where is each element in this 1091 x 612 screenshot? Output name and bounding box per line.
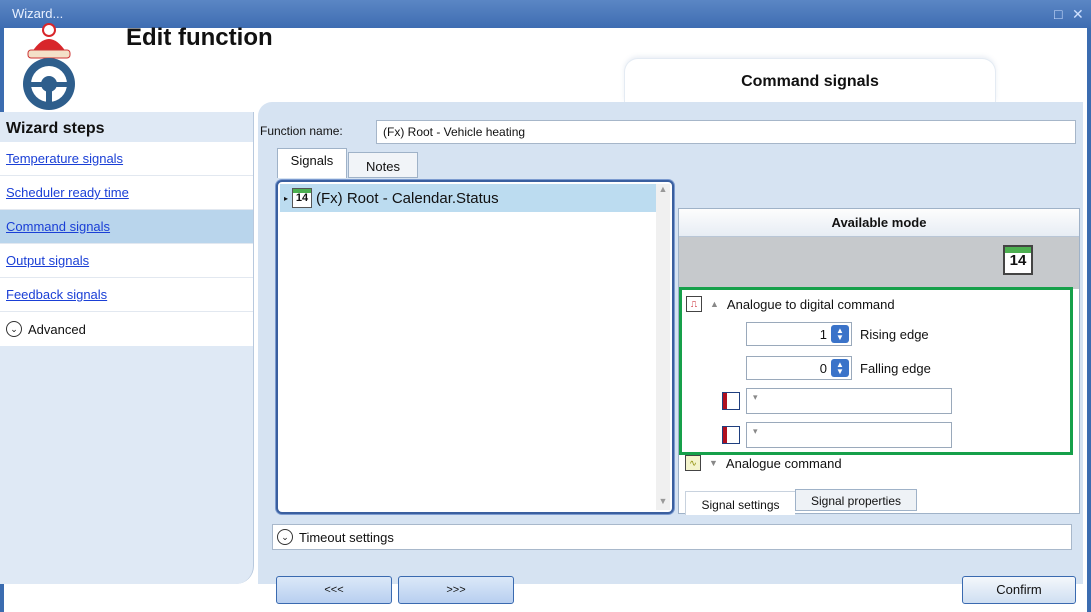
scroll-down-icon[interactable]: ▼: [656, 496, 670, 510]
signal-combo-2[interactable]: ▾: [746, 422, 952, 448]
signal-book-icon[interactable]: [722, 392, 740, 410]
sidebar-item-scheduler-ready-time[interactable]: Scheduler ready time: [0, 176, 253, 210]
function-name-label: Function name:: [260, 124, 343, 138]
tab-signals[interactable]: Signals: [277, 148, 347, 178]
falling-edge-stepper[interactable]: 0 ▲ ▼: [746, 356, 852, 380]
next-step-button[interactable]: >>>: [398, 576, 514, 604]
rising-edge-value: 1: [819, 326, 827, 342]
tab-signal-settings[interactable]: Signal settings: [685, 491, 795, 515]
list-item[interactable]: ▸ 14 (Fx) Root - Calendar.Status: [280, 184, 658, 212]
spin-arrows-icon[interactable]: ▲ ▼: [831, 359, 849, 377]
wizard-steps-sidebar: Wizard steps Temperature signals Schedul…: [0, 112, 254, 584]
sidebar-item-command-signals[interactable]: Command signals: [0, 210, 253, 244]
timeout-settings-expander[interactable]: ⌄ Timeout settings: [272, 524, 1072, 550]
available-mode-panel: Available mode 14 ⎍ ▲ Analogue to digita…: [678, 208, 1080, 515]
maximize-icon[interactable]: □: [1054, 6, 1062, 22]
signal-selector-row-2: ▾: [722, 422, 952, 448]
confirm-button[interactable]: Confirm: [962, 576, 1076, 604]
signal-combo-1[interactable]: ▾: [746, 388, 952, 414]
analogue-to-digital-header[interactable]: ⎍ ▲ Analogue to digital command: [686, 296, 895, 312]
previous-step-button[interactable]: <<<: [276, 576, 392, 604]
page-title: Edit function: [126, 24, 273, 51]
scroll-up-icon[interactable]: ▲: [656, 184, 670, 198]
available-mode-header: Available mode: [679, 209, 1079, 237]
timeout-settings-label: Timeout settings: [299, 529, 394, 545]
calendar-icon[interactable]: 14: [1003, 245, 1033, 275]
signal-selector-row-1: ▾: [722, 388, 952, 414]
rising-edge-row: 1 ▲ ▼ Rising edge: [746, 322, 929, 346]
sidebar-heading: Wizard steps: [6, 120, 105, 137]
sidebar-item-feedback-signals[interactable]: Feedback signals: [0, 278, 253, 312]
analogue-command-label: Analogue command: [725, 455, 842, 471]
analogue-signal-icon: ∿: [685, 455, 701, 471]
analogue-command-header[interactable]: ∿ ▼ Analogue command: [685, 455, 842, 471]
advanced-expander[interactable]: ⌄ Advanced: [0, 312, 253, 346]
window-title: Wizard...: [12, 6, 64, 21]
collapse-triangle-icon: ▲: [710, 299, 719, 309]
sidebar-item-temperature-signals[interactable]: Temperature signals: [0, 142, 253, 176]
falling-edge-row: 0 ▲ ▼ Falling edge: [746, 356, 931, 380]
current-step-label: Command signals: [741, 73, 879, 90]
tab-notes[interactable]: Notes: [348, 152, 418, 178]
falling-edge-value: 0: [819, 360, 827, 376]
tab-signal-properties[interactable]: Signal properties: [795, 489, 917, 511]
close-icon[interactable]: ✕: [1072, 6, 1084, 23]
advanced-label: Advanced: [28, 321, 86, 337]
signal-list[interactable]: ▸ 14 (Fx) Root - Calendar.Status ▲ ▼: [276, 180, 674, 514]
vehicle-heating-logo-icon: [14, 22, 84, 112]
falling-edge-label: Falling edge: [860, 360, 931, 376]
expand-triangle-icon: ▼: [709, 458, 718, 468]
spin-arrows-icon[interactable]: ▲ ▼: [831, 325, 849, 343]
signal-label: (Fx) Root - Calendar.Status: [316, 189, 499, 207]
sidebar-item-output-signals[interactable]: Output signals: [0, 244, 253, 278]
mode-icon-bar: 14: [679, 237, 1079, 289]
current-step-header: Command signals: [624, 58, 996, 102]
rising-edge-label: Rising edge: [860, 326, 929, 342]
signal-book-icon[interactable]: [722, 426, 740, 444]
digital-signal-icon: ⎍: [686, 296, 702, 312]
analogue-to-digital-label: Analogue to digital command: [726, 296, 895, 312]
function-name-input[interactable]: (Fx) Root - Vehicle heating: [376, 120, 1076, 144]
chevron-down-icon: ⌄: [277, 529, 293, 545]
sidebar-items: Temperature signals Scheduler ready time…: [0, 142, 253, 346]
chevron-down-icon: ⌄: [6, 321, 22, 337]
calendar-icon: 14: [292, 188, 313, 208]
row-marker-icon: ▸: [284, 193, 289, 203]
analogue-to-digital-section: ⎍ ▲ Analogue to digital command 1 ▲ ▼ Ris…: [679, 287, 1073, 455]
rising-edge-stepper[interactable]: 1 ▲ ▼: [746, 322, 852, 346]
vertical-scrollbar[interactable]: ▲ ▼: [656, 184, 670, 510]
